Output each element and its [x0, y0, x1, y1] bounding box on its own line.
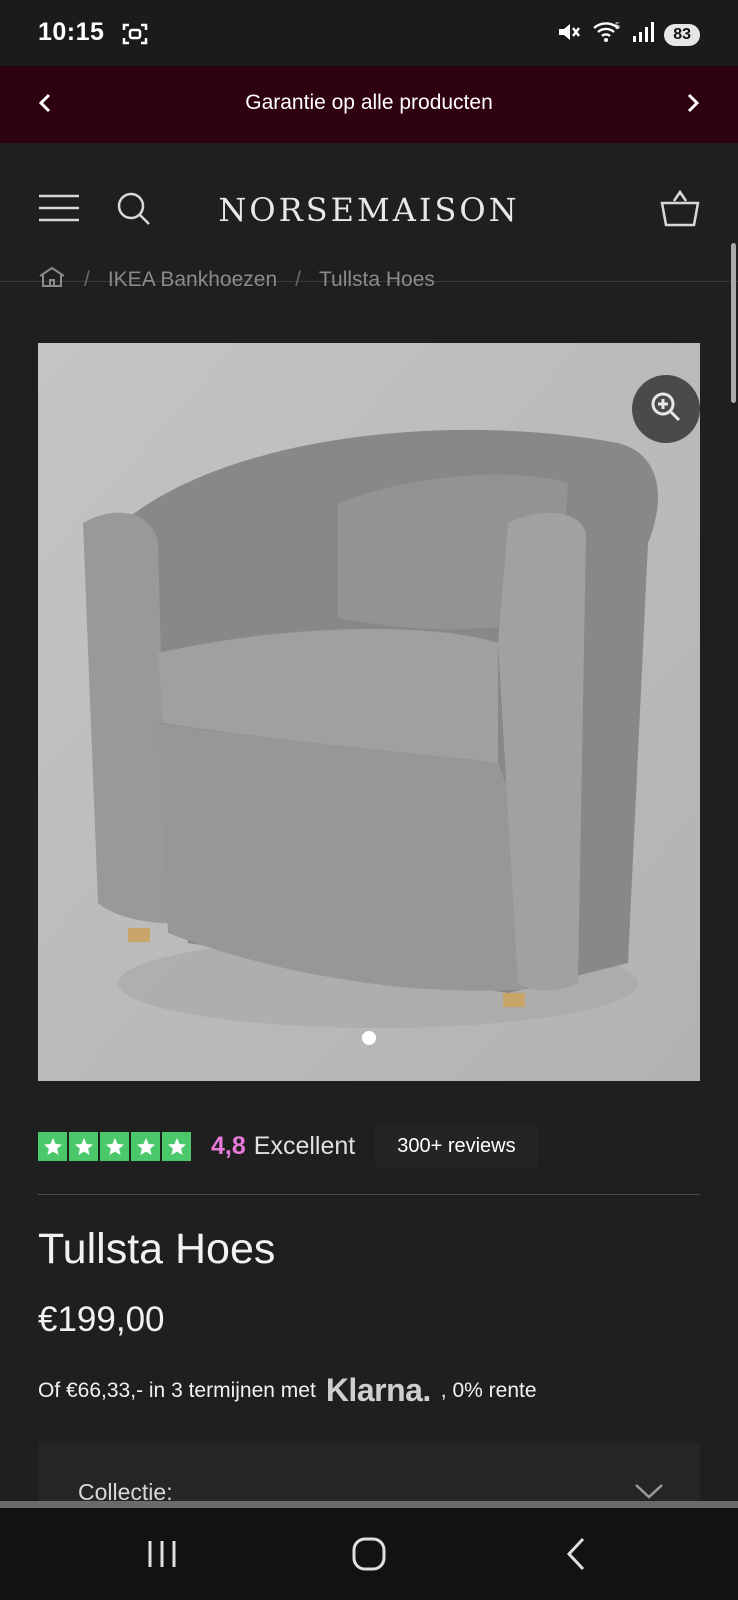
breadcrumb-current: Tullsta Hoes [318, 268, 435, 291]
announcement-next-button[interactable] [678, 90, 708, 120]
collectie-dropdown[interactable]: Collectie: [38, 1443, 700, 1505]
signal-icon [632, 21, 655, 48]
breadcrumb-link-category[interactable]: IKEA Bankhoezen [108, 268, 277, 292]
announcement-text: Garantie op alle producten [245, 91, 493, 114]
klarna-suffix: , 0% rente [440, 1378, 537, 1402]
home-button[interactable] [339, 1534, 399, 1578]
breadcrumb: / IKEA Bankhoezen / Tullsta Hoes [38, 266, 435, 294]
svg-text:5: 5 [615, 21, 620, 31]
recent-apps-icon [146, 1539, 178, 1574]
page-scroll-indicator [0, 1501, 738, 1508]
wifi-icon: 5 [592, 20, 622, 49]
battery-indicator: 83 [664, 23, 700, 46]
system-navigation-bar [0, 1508, 738, 1600]
star-icon [69, 1132, 98, 1161]
image-pagination-dot[interactable] [362, 1031, 376, 1045]
star-icon [100, 1132, 129, 1161]
back-button[interactable] [546, 1534, 606, 1578]
cart-button[interactable] [660, 189, 700, 234]
rating-score: 4,8 [211, 1132, 246, 1160]
product-title: Tullsta Hoes [38, 1225, 276, 1273]
reviews-count[interactable]: 300+ reviews [375, 1125, 538, 1168]
scrollbar[interactable] [731, 243, 736, 403]
back-icon [565, 1537, 587, 1576]
recent-apps-button[interactable] [132, 1534, 192, 1578]
basket-icon [660, 189, 700, 233]
zoom-button[interactable] [632, 375, 700, 443]
scan-icon [122, 22, 148, 51]
mute-icon [556, 20, 582, 49]
breadcrumb-separator: / [84, 268, 90, 291]
star-rating [38, 1132, 191, 1161]
rating-label: Excellent [253, 1132, 356, 1160]
rating-widget[interactable]: 4,8 Excellent 300+ reviews [38, 1125, 538, 1168]
star-icon [131, 1132, 160, 1161]
star-icon [162, 1132, 191, 1161]
star-icon [38, 1132, 67, 1161]
announcement-bar: Garantie op alle producten [0, 66, 738, 143]
chevron-right-icon [686, 93, 700, 118]
klarna-financing: Of €66,33,- in 3 termijnen met Klarna. ,… [38, 1372, 537, 1409]
site-logo[interactable]: NORSEMAISON [0, 191, 738, 229]
product-image[interactable] [38, 343, 700, 1081]
home-button-icon [352, 1537, 386, 1576]
home-icon[interactable] [38, 266, 66, 294]
product-price: €199,00 [38, 1300, 165, 1339]
status-time: 10:15 [38, 18, 105, 46]
site-header: NORSEMAISON [0, 143, 738, 403]
divider [38, 1194, 700, 1195]
zoom-in-icon [650, 391, 682, 428]
status-bar: 10:15 5 83 [0, 0, 738, 66]
armchair-illustration [38, 343, 700, 1081]
klarna-logo: Klarna. [325, 1372, 431, 1408]
klarna-prefix: Of €66,33,- in 3 termijnen met [38, 1378, 316, 1402]
breadcrumb-separator: / [295, 268, 301, 291]
